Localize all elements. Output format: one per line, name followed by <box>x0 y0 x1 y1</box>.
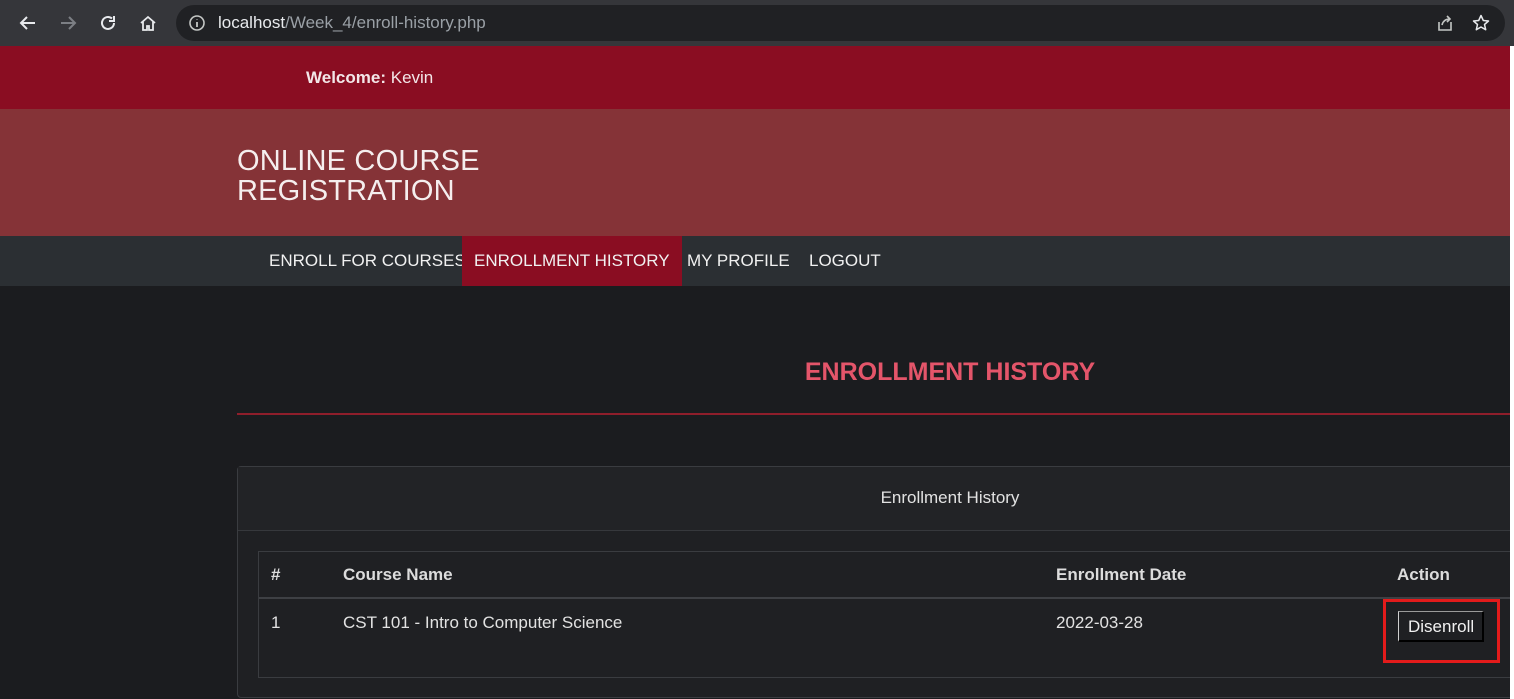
welcome-bar: Welcome: Kevin <box>0 46 1510 109</box>
page-viewport: Welcome: Kevin ONLINE COURSE REGISTRATIO… <box>0 46 1510 699</box>
panel-header: Enrollment History <box>238 467 1510 531</box>
brand-bar: ONLINE COURSE REGISTRATION <box>0 109 1510 236</box>
address-bar[interactable]: localhost/Week_4/enroll-history.php <box>176 5 1505 41</box>
back-icon[interactable] <box>14 9 42 37</box>
row-number: 1 <box>271 613 281 632</box>
reload-icon[interactable] <box>94 9 122 37</box>
welcome-text: Welcome: Kevin <box>306 68 434 87</box>
column-header-course-name: Course Name <box>343 565 453 584</box>
browser-toolbar: localhost/Week_4/enroll-history.php <box>0 0 1514 46</box>
page-title: ENROLLMENT HISTORY <box>804 358 1096 386</box>
menu-logout[interactable]: LOGOUT <box>797 236 893 286</box>
enrollment-table: # Course Name Enrollment Date Action 1 C… <box>258 551 1510 678</box>
menu-my-profile[interactable]: MY PROFILE <box>675 236 802 286</box>
site-info-icon[interactable] <box>188 14 206 32</box>
forward-icon[interactable] <box>54 9 82 37</box>
menu-enroll-for-courses[interactable]: ENROLL FOR COURSES <box>257 236 478 286</box>
share-icon[interactable] <box>1435 13 1455 33</box>
column-header-enrollment-date: Enrollment Date <box>1056 565 1187 584</box>
column-header-number: # <box>271 565 281 584</box>
home-icon[interactable] <box>134 9 162 37</box>
enrollment-panel: Enrollment History # Course Name Enrollm… <box>237 466 1510 698</box>
heading-divider <box>237 413 1510 415</box>
url-text: localhost/Week_4/enroll-history.php <box>218 13 486 32</box>
bookmark-star-icon[interactable] <box>1471 13 1491 33</box>
main-menu: ENROLL FOR COURSES ENROLLMENT HISTORY MY… <box>0 236 1510 286</box>
row-enrollment-date: 2022-03-28 <box>1056 613 1143 632</box>
welcome-user: Kevin <box>390 68 434 87</box>
table-header: # Course Name Enrollment Date Action <box>259 552 1510 599</box>
panel-title: Enrollment History <box>880 488 1020 507</box>
highlight-box <box>1383 599 1500 663</box>
menu-enrollment-history[interactable]: ENROLLMENT HISTORY <box>462 236 682 286</box>
page-right-edge <box>1510 46 1514 699</box>
site-title: ONLINE COURSE REGISTRATION <box>237 145 480 207</box>
column-header-action: Action <box>1397 565 1450 584</box>
row-course-name: CST 101 - Intro to Computer Science <box>343 613 623 632</box>
